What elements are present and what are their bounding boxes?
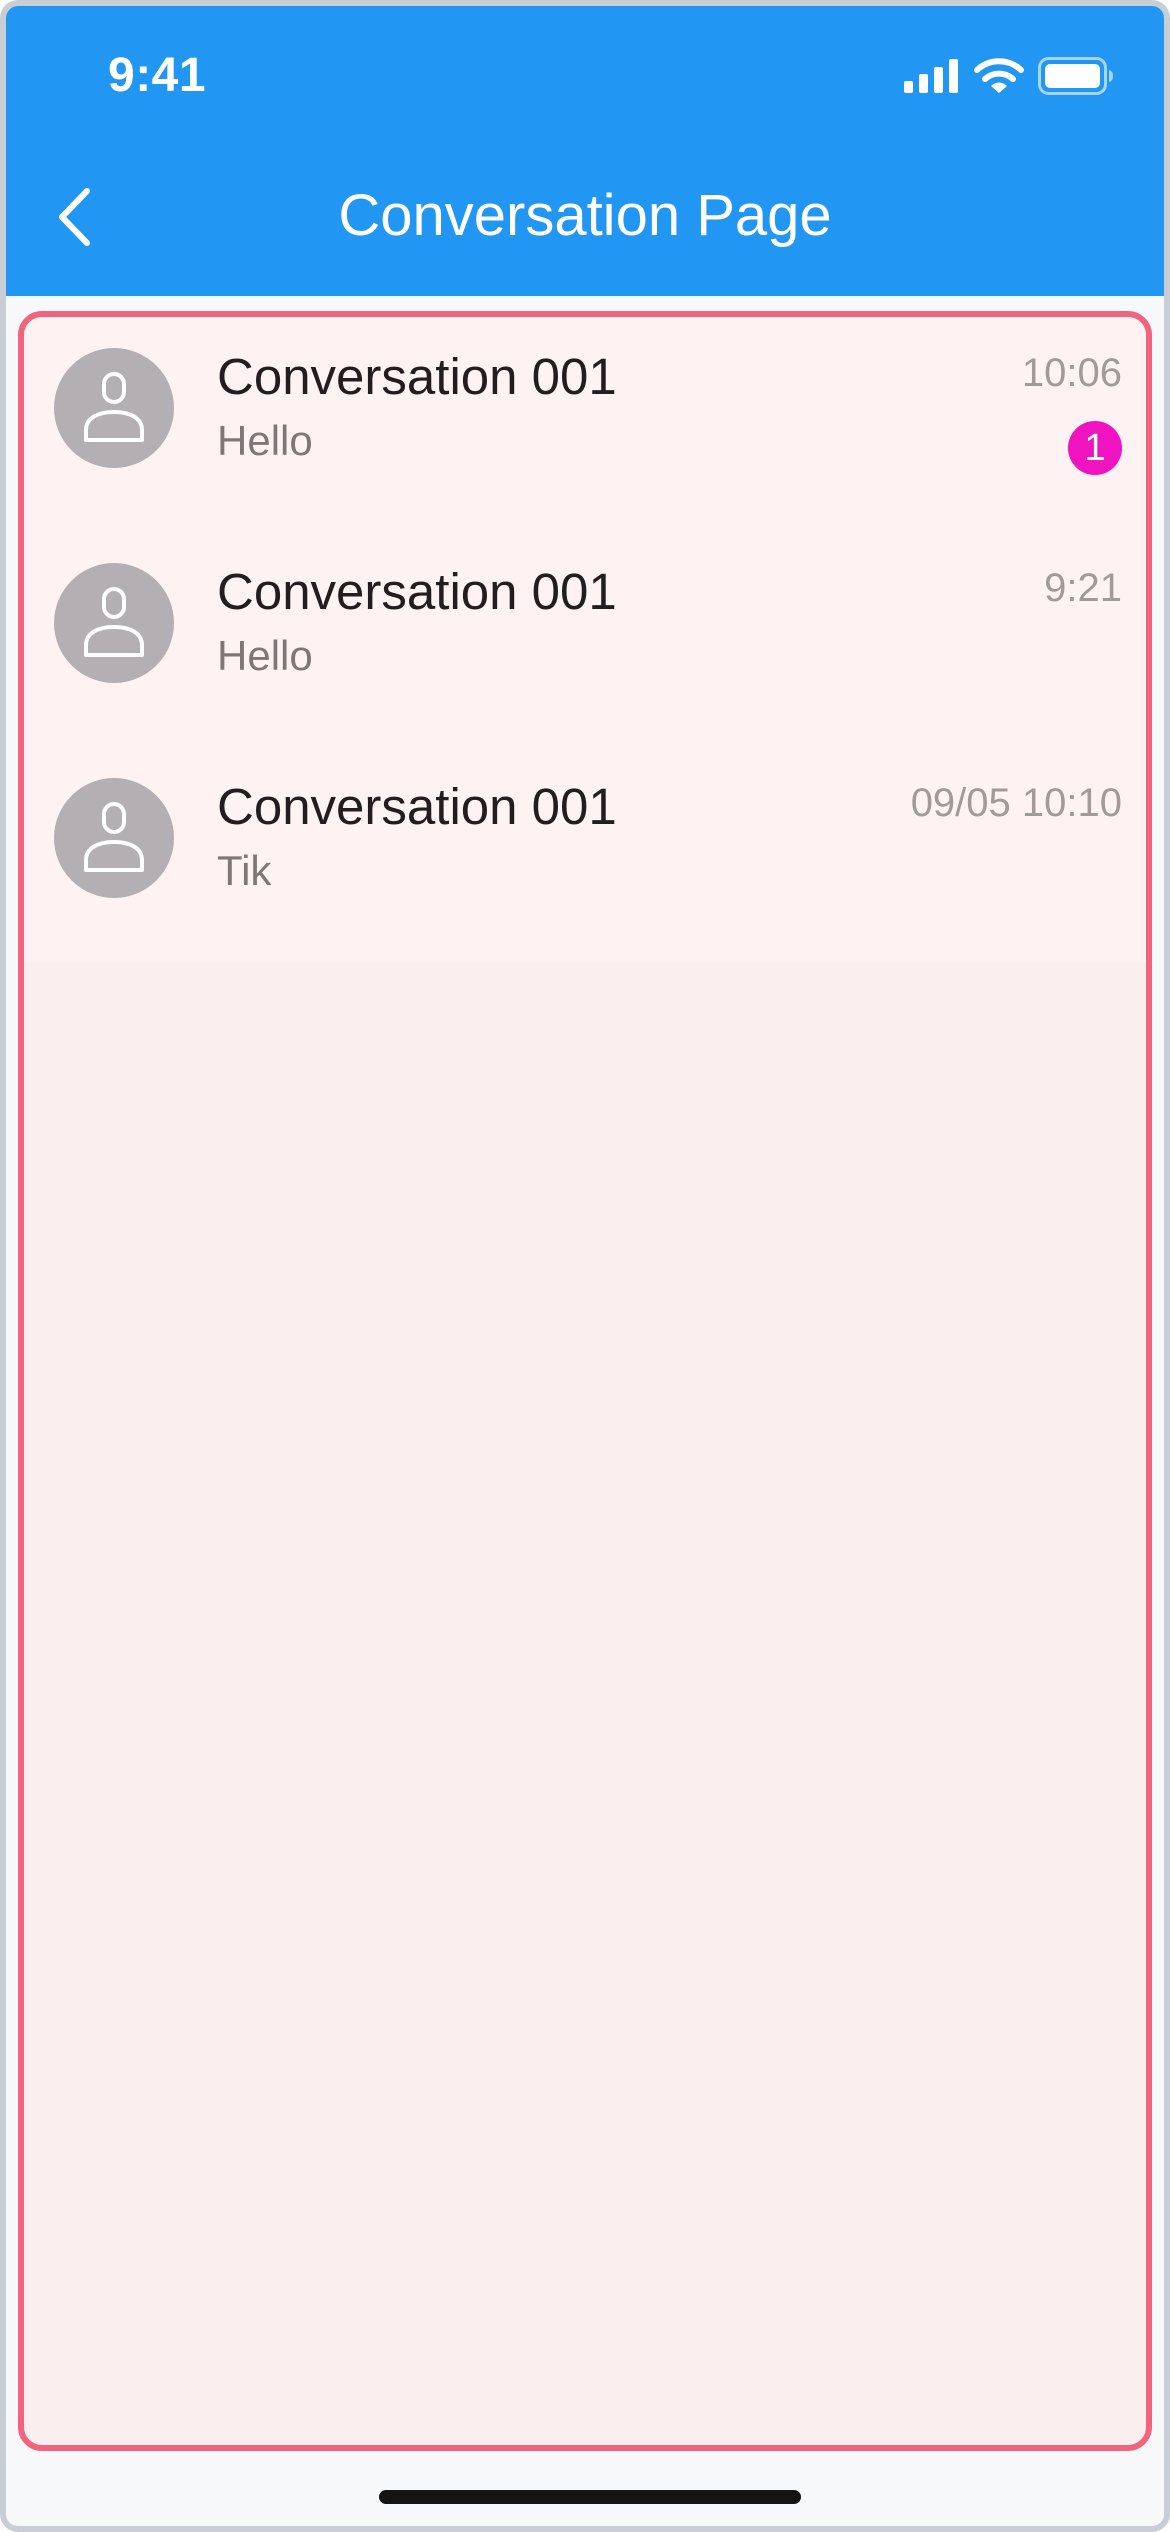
conversation-row[interactable]: Conversation 001 Tik 09/05 10:10 (24, 747, 1146, 962)
conversation-time: 10:06 (1021, 351, 1122, 395)
conversation-list: Conversation 001 Hello 10:06 1 Conversat… (24, 317, 1146, 962)
conversation-preview: Hello (217, 632, 313, 679)
status-bar-icons (904, 56, 1114, 96)
conversation-title: Conversation 001 (217, 563, 617, 620)
avatar (54, 778, 174, 898)
page-title: Conversation Page (338, 183, 832, 248)
person-icon (84, 372, 144, 442)
wifi-icon (974, 58, 1024, 93)
avatar (54, 563, 174, 683)
conversation-time: 09/05 10:10 (910, 781, 1122, 825)
conversation-title: Conversation 001 (217, 348, 617, 405)
app-header: 9:41 Conversation Page (6, 6, 1164, 296)
conversation-list-highlight: Conversation 001 Hello 10:06 1 Conversat… (18, 311, 1152, 2451)
cellular-signal-icon (904, 59, 958, 93)
conversation-row[interactable]: Conversation 001 Hello 9:21 (24, 532, 1146, 747)
unread-badge: 1 (1068, 421, 1122, 475)
conversation-title: Conversation 001 (217, 778, 617, 835)
home-indicator (379, 2490, 801, 2504)
person-icon (84, 802, 144, 872)
person-icon (84, 587, 144, 657)
conversation-preview: Hello (217, 417, 313, 464)
status-bar-time: 9:41 (108, 49, 207, 102)
phone-screen: 9:41 Conversation Page Conversation 001 … (0, 0, 1170, 2532)
conversation-row[interactable]: Conversation 001 Hello 10:06 1 (24, 317, 1146, 532)
battery-icon (1038, 57, 1113, 95)
conversation-time: 9:21 (1044, 566, 1122, 610)
avatar (54, 348, 174, 468)
conversation-preview: Tik (217, 847, 272, 894)
